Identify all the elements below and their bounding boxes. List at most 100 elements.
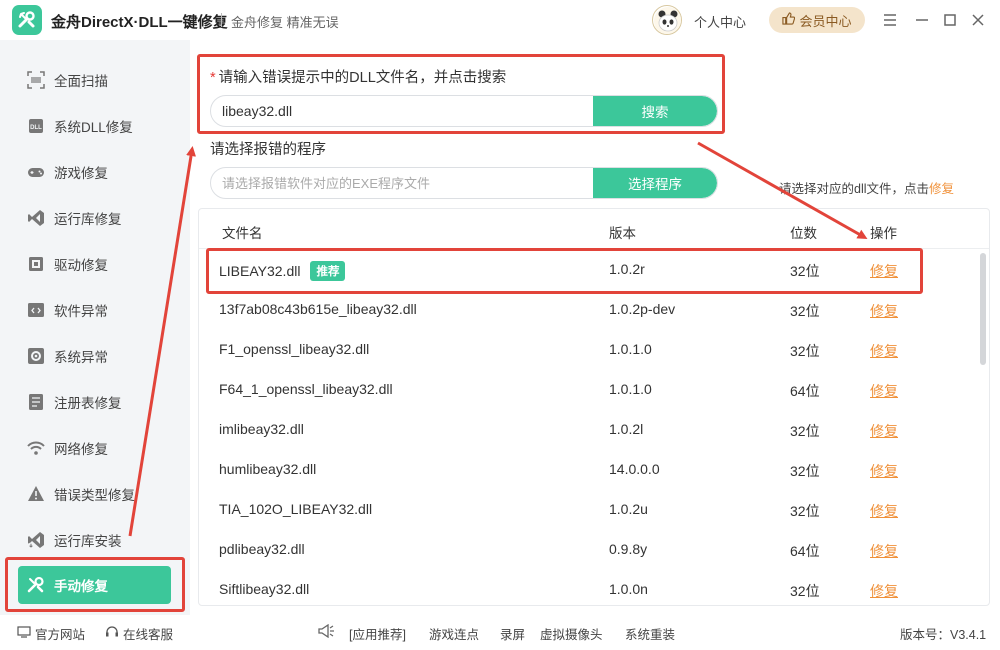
support-link[interactable]: 在线客服 xyxy=(105,624,173,643)
footer-link-virtual-camera[interactable]: 虚拟摄像头 xyxy=(540,624,603,643)
footer-link-screen-recorder[interactable]: 录屏 xyxy=(500,624,525,643)
table-header: 文件名 版本 位数 操作 xyxy=(199,209,989,249)
sidebar-item-driver[interactable]: 驱动修复 xyxy=(18,245,178,283)
table-row[interactable]: LIBEAY32.dll 推荐 1.0.2r 32位 修复 xyxy=(199,250,989,290)
sidebar-item-label: 手动修复 xyxy=(54,579,108,594)
menu-icon[interactable] xyxy=(880,10,900,30)
table-scrollbar[interactable] xyxy=(980,253,986,365)
cell-version: 1.0.2l xyxy=(609,421,644,437)
footer-link-system-reinstall[interactable]: 系统重装 xyxy=(625,624,675,643)
cell-bits: 32位 xyxy=(790,423,820,439)
program-path-input[interactable] xyxy=(211,168,594,198)
program-label: 请选择报错的程序 xyxy=(210,142,326,158)
filename-text: humlibeay32.dll xyxy=(219,461,317,477)
cell-filename: imlibeay32.dll xyxy=(219,421,304,437)
website-label: 官方网站 xyxy=(35,628,86,642)
warning-icon xyxy=(26,484,46,504)
recommended-badge: 推荐 xyxy=(310,261,346,281)
sidebar-item-label: 网络修复 xyxy=(54,442,108,457)
search-box: 搜索 xyxy=(210,95,718,127)
dll-search-input[interactable] xyxy=(211,96,594,126)
title-divider xyxy=(221,13,222,27)
gear-icon xyxy=(26,346,46,366)
sidebar-item-code[interactable]: 软件异常 xyxy=(18,291,178,329)
sidebar-item-label: 注册表修复 xyxy=(54,396,122,411)
sidebar-item-label: 软件异常 xyxy=(54,304,108,319)
table-row[interactable]: F1_openssl_libeay32.dll 1.0.1.0 32位 修复 xyxy=(199,330,989,370)
maximize-icon[interactable] xyxy=(940,10,960,30)
sidebar-item-gamepad[interactable]: 游戏修复 xyxy=(18,153,178,191)
cell-bits: 32位 xyxy=(790,303,820,319)
minimize-icon[interactable] xyxy=(912,10,932,30)
sidebar-item-label: 系统DLL修复 xyxy=(54,120,133,135)
table-row[interactable]: Siftlibeay32.dll 1.0.0n 32位 修复 xyxy=(199,570,989,605)
sidebar-item-runtime[interactable]: 运行库修复 xyxy=(18,199,178,237)
table-row[interactable]: TIA_102O_LIBEAY32.dll 1.0.2u 32位 修复 xyxy=(199,490,989,530)
sidebar-item-label: 运行库修复 xyxy=(54,212,122,227)
code-icon xyxy=(26,300,46,320)
thumbs-up-icon xyxy=(782,12,796,28)
fix-button[interactable]: 修复 xyxy=(870,461,898,481)
sidebar-item-label: 错误类型修复 xyxy=(54,488,135,503)
fix-button[interactable]: 修复 xyxy=(870,501,898,521)
sidebar-item-warning[interactable]: 错误类型修复 xyxy=(18,475,178,513)
fix-hint-highlight: 修复 xyxy=(929,182,955,196)
scan-icon xyxy=(26,70,46,90)
sidebar-item-registry[interactable]: 注册表修复 xyxy=(18,383,178,421)
sidebar-item-label: 游戏修复 xyxy=(54,166,108,181)
footer: 官方网站 在线客服 [应用推荐] 游戏连点 录屏 虚拟摄像头 系统重装 版本号：… xyxy=(0,615,1000,650)
cell-filename: F64_1_openssl_libeay32.dll xyxy=(219,381,393,397)
select-program-button[interactable]: 选择程序 xyxy=(593,168,717,198)
table-row[interactable]: 13f7ab08c43b615e_libeay32.dll 1.0.2p-dev 3… xyxy=(199,290,989,330)
vip-center-button[interactable]: 会员中心 xyxy=(769,7,865,33)
fix-button[interactable]: 修复 xyxy=(870,301,898,321)
sidebar-item-dll[interactable]: DLL 系统DLL修复 xyxy=(18,107,178,145)
vip-center-label: 会员中心 xyxy=(799,13,852,29)
wifi-icon xyxy=(26,438,46,458)
footer-link-game-clicker[interactable]: 游戏连点 xyxy=(429,624,479,643)
cell-filename: F1_openssl_libeay32.dll xyxy=(219,341,369,357)
fix-button[interactable]: 修复 xyxy=(870,261,898,281)
sidebar-item-install[interactable]: 运行库安装 xyxy=(18,521,178,559)
support-label: 在线客服 xyxy=(123,628,174,642)
table-row[interactable]: imlibeay32.dll 1.0.2l 32位 修复 xyxy=(199,410,989,450)
cell-bits: 32位 xyxy=(790,463,820,479)
sidebar-item-wrench[interactable]: 手动修复 xyxy=(18,566,171,604)
sidebar-item-label: 全面扫描 xyxy=(54,74,108,89)
registry-icon xyxy=(26,392,46,412)
fix-button[interactable]: 修复 xyxy=(870,421,898,441)
cell-bits: 32位 xyxy=(790,503,820,519)
column-header-version: 版本 xyxy=(609,226,636,241)
sidebar-item-gear[interactable]: 系统异常 xyxy=(18,337,178,375)
table-row[interactable]: pdlibeay32.dll 0.9.8y 64位 修复 xyxy=(199,530,989,570)
app-recommend-label: [应用推荐] xyxy=(349,628,406,642)
program-box: 选择程序 xyxy=(210,167,718,199)
sidebar-item-label: 驱动修复 xyxy=(54,258,108,273)
sidebar-item-wifi[interactable]: 网络修复 xyxy=(18,429,178,467)
install-icon xyxy=(26,530,46,550)
cell-filename: TIA_102O_LIBEAY32.dll xyxy=(219,501,372,517)
table-row[interactable]: F64_1_openssl_libeay32.dll 1.0.1.0 64位 修复 xyxy=(199,370,989,410)
cell-bits: 32位 xyxy=(790,583,820,599)
search-button[interactable]: 搜索 xyxy=(593,96,717,126)
filename-text: F1_openssl_libeay32.dll xyxy=(219,341,370,357)
driver-icon xyxy=(26,254,46,274)
monitor-icon xyxy=(17,626,31,641)
cell-version: 1.0.2p-dev xyxy=(609,301,676,317)
cell-bits: 32位 xyxy=(790,263,820,279)
fix-button[interactable]: 修复 xyxy=(870,341,898,361)
avatar[interactable] xyxy=(652,5,682,35)
user-center-link[interactable]: 个人中心 xyxy=(694,12,746,31)
fix-button[interactable]: 修复 xyxy=(870,381,898,401)
table-row[interactable]: humlibeay32.dll 14.0.0.0 32位 修复 xyxy=(199,450,989,490)
fix-hint-text: 请选择对应的dll文件，点击 xyxy=(779,182,930,196)
website-link[interactable]: 官方网站 xyxy=(17,624,85,643)
cell-filename: 13f7ab08c43b615e_libeay32.dll xyxy=(219,301,417,317)
fix-button[interactable]: 修复 xyxy=(870,541,898,561)
close-icon[interactable] xyxy=(968,10,988,30)
dll-icon: DLL xyxy=(26,116,46,136)
fix-button[interactable]: 修复 xyxy=(870,581,898,601)
cell-filename: pdlibeay32.dll xyxy=(219,541,305,557)
search-label-text: 请输入错误提示中的DLL文件名，并点击搜索 xyxy=(218,70,507,86)
sidebar-item-scan[interactable]: 全面扫描 xyxy=(18,61,178,99)
